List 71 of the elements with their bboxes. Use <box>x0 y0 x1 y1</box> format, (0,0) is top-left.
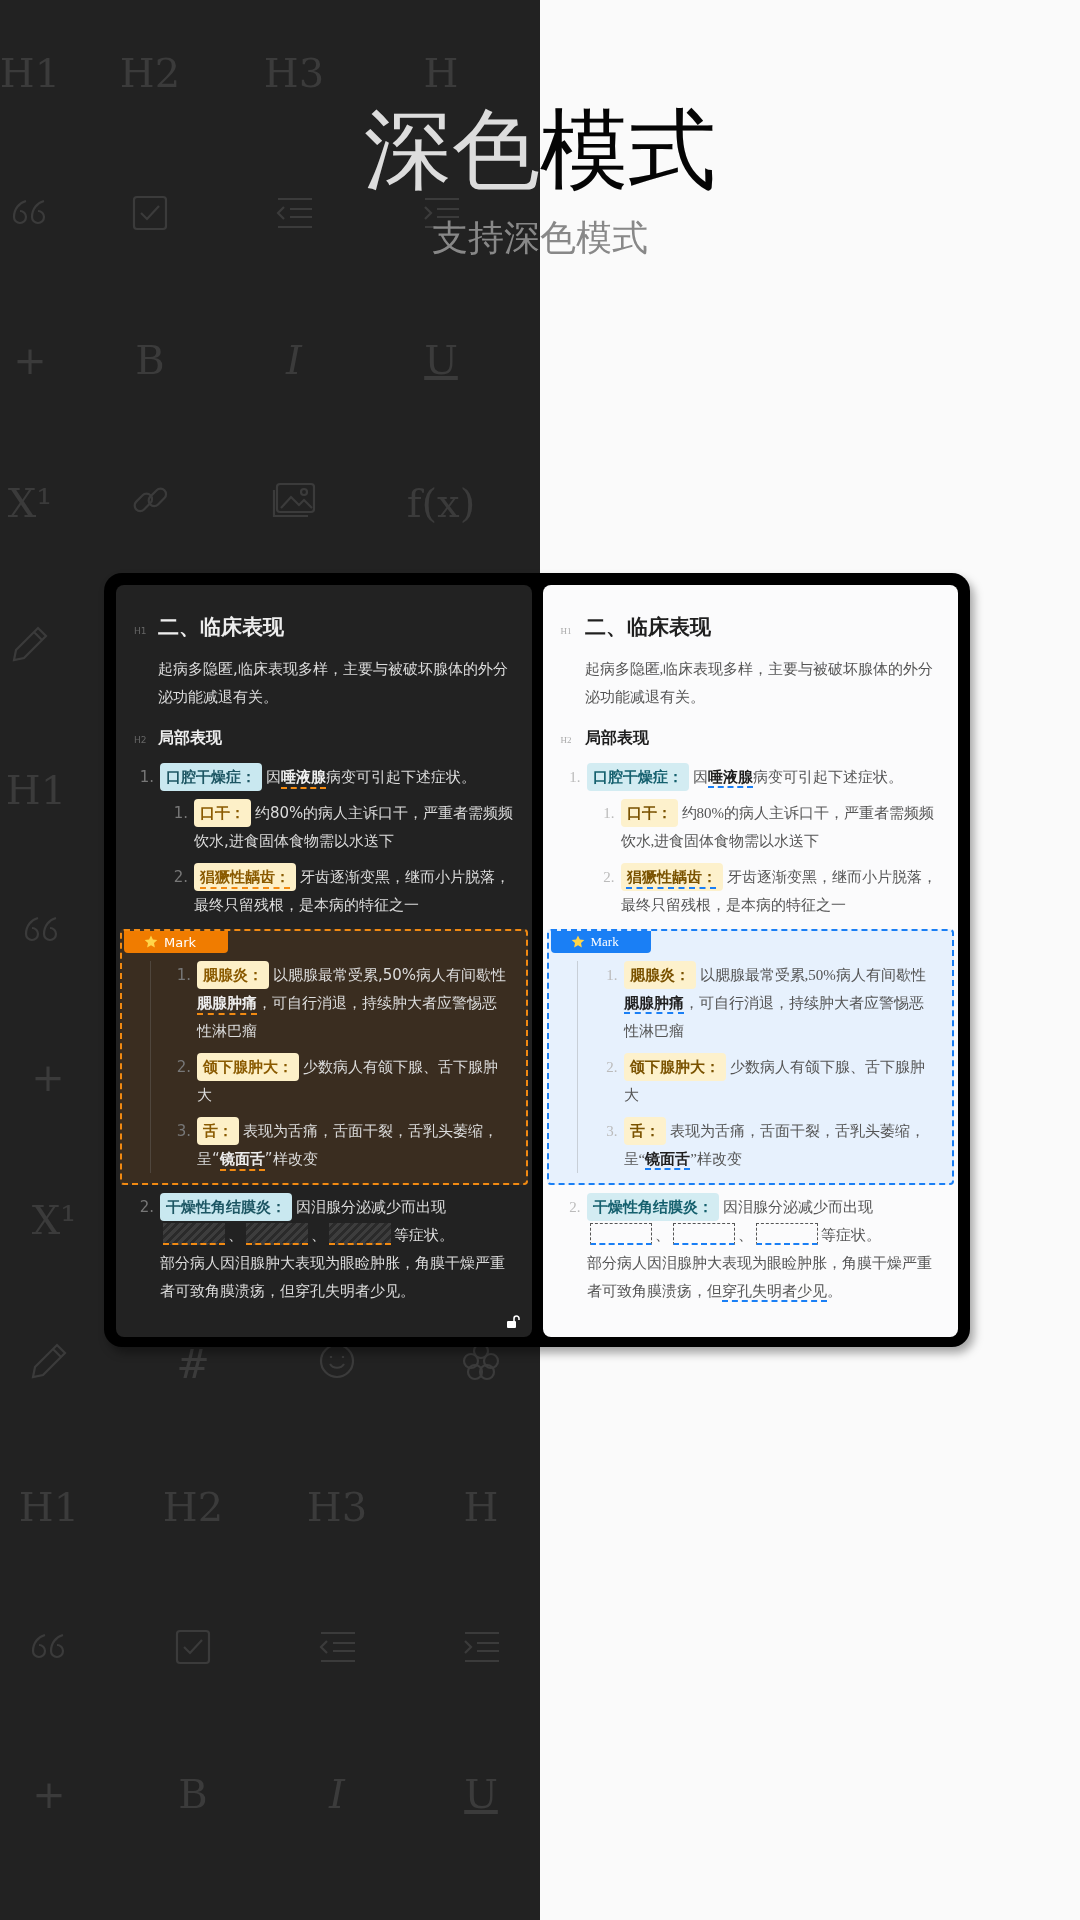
paragraph-text: 起病多隐匿,临床表现多样，主要与被破坏腺体的外分泌功能减退有关。 <box>584 660 935 707</box>
list-number: 1. <box>138 767 154 788</box>
fill-in-blank[interactable] <box>589 1223 652 1245</box>
list-item-text: 颌下腺肿大： 少数病人有颌下腺、舌下腺肿大 <box>623 1053 938 1109</box>
item-text: 、 <box>654 1227 670 1243</box>
list-number: 2. <box>605 1058 618 1077</box>
heading-marker: H1 <box>134 626 148 636</box>
heading-text: 二、临床表现 <box>158 614 284 641</box>
page-title: 深色模式 <box>364 97 716 203</box>
heading-marker: H2 <box>560 735 573 745</box>
fill-in-blank[interactable] <box>329 1223 391 1245</box>
list-item-text: 口腔干燥症： 因唾液腺病变可引起下述症状。 <box>160 763 514 791</box>
heading-text: 局部表现 <box>584 728 649 748</box>
mark-badge[interactable]: Mark <box>124 931 229 953</box>
paragraph-text: 起病多隐匿,临床表现多样，主要与被破坏腺体的外分泌功能减退有关。 <box>158 659 509 708</box>
list-item-text: 猖獗性龋齿： 牙齿逐渐变黑，继而小片脱落，最终只留残根，是本病的特征之一 <box>194 863 514 919</box>
outdent-icon <box>274 196 314 231</box>
list-number: 1. <box>172 803 188 824</box>
item-text: 等症状。 <box>820 1227 881 1243</box>
item-text: 部分病人因泪腺肿大表现为眼睑肿胀，角膜干燥严重者可致角膜溃疡，但穿孔失明者少见。 <box>586 1249 940 1305</box>
item-text: 、 <box>228 1226 243 1244</box>
heading-marker: H2 <box>134 735 148 745</box>
list-item-text: 舌： 表现为舌痛，舌面干裂，舌乳头萎缩，呈“镜面舌”样改变 <box>623 1117 938 1173</box>
item-text: 因泪腺分泌减少而出现 <box>722 1199 873 1215</box>
fill-in-blank[interactable] <box>246 1223 308 1245</box>
mark-badge[interactable]: Mark <box>550 931 651 953</box>
list-item-text: 舌： 表现为舌痛，舌面干裂，舌乳头萎缩，呈“镜面舌”样改变 <box>197 1117 512 1173</box>
list-item-text: 口干： 约80%的病人主诉口干，严重者需频频饮水,进食固体食物需以水送下 <box>194 799 514 855</box>
list-number: 2. <box>172 867 188 888</box>
outdent-icon <box>317 1630 357 1665</box>
fill-in-blank[interactable] <box>755 1223 818 1245</box>
fill-in-blank[interactable] <box>163 1223 225 1245</box>
background-glyph: + <box>13 339 47 380</box>
list-item-text: 腮腺炎： 以腮腺最常受累,50%病人有间歇性 腮腺肿痛，可自行消退，持续肿大者应警惕恶性淋巴瘤 <box>197 961 512 1045</box>
item-text: 等症状。 <box>394 1226 454 1244</box>
item-text: 部分病人因泪腺肿大表现为眼睑肿胀，角膜干燥严重者可致角膜溃疡，但穿孔失明者少见。 <box>160 1253 506 1302</box>
padlock-icon <box>505 1315 520 1329</box>
image-icon <box>272 482 316 519</box>
heading-text: 二、临床表现 <box>584 614 711 641</box>
list-item-text: 颌下腺肿大： 少数病人有颌下腺、舌下腺肿大 <box>197 1053 512 1109</box>
fill-in-blank[interactable] <box>672 1223 735 1245</box>
indent-icon <box>461 1630 501 1665</box>
list-item-text: 腮腺炎： 以腮腺最常受累,50%病人有间歇性 腮腺肿痛，可自行消退，持续肿大者应警惕恶性淋巴瘤 <box>623 961 938 1045</box>
star-icon <box>144 935 158 949</box>
item-text: 因泪腺分泌减少而出现 <box>296 1198 446 1216</box>
list-number: 3. <box>175 1121 191 1142</box>
list-item-text: 口腔干燥症： 因唾液腺病变可引起下述症状。 <box>586 763 940 791</box>
list-number: 2. <box>602 868 615 887</box>
item-text: 、 <box>737 1227 753 1243</box>
list-number: 1. <box>605 966 618 985</box>
background-glyph: + <box>31 1056 65 1097</box>
term-highlight: 干燥性角结膜炎： <box>586 1193 719 1221</box>
list-item-text: 口干： 约80%的病人主诉口干，严重者需频频饮水,进食固体食物需以水送下 <box>620 799 940 855</box>
page-subtitle: 支持深色模式 <box>432 216 648 260</box>
heading-text: 局部表现 <box>158 727 222 749</box>
list-number: 2. <box>175 1057 191 1078</box>
star-icon <box>570 935 585 949</box>
list-number: 3. <box>605 1122 618 1141</box>
checkbox-icon <box>132 195 168 232</box>
list-number: 1. <box>568 768 581 787</box>
heading-marker: H1 <box>560 626 573 636</box>
list-number: 2. <box>568 1198 581 1217</box>
list-item-text: 猖獗性龋齿： 牙齿逐渐变黑，继而小片脱落，最终只留残根，是本病的特征之一 <box>620 863 940 919</box>
background-glyph: # <box>176 1343 210 1384</box>
checkbox-icon <box>175 1629 211 1666</box>
background-glyph: + <box>32 1773 66 1814</box>
item-text: 、 <box>311 1226 326 1244</box>
term-highlight: 干燥性角结膜炎： <box>160 1193 292 1221</box>
list-number: 2. <box>138 1197 154 1218</box>
list-number: 1. <box>602 804 615 823</box>
list-number: 1. <box>175 965 191 986</box>
